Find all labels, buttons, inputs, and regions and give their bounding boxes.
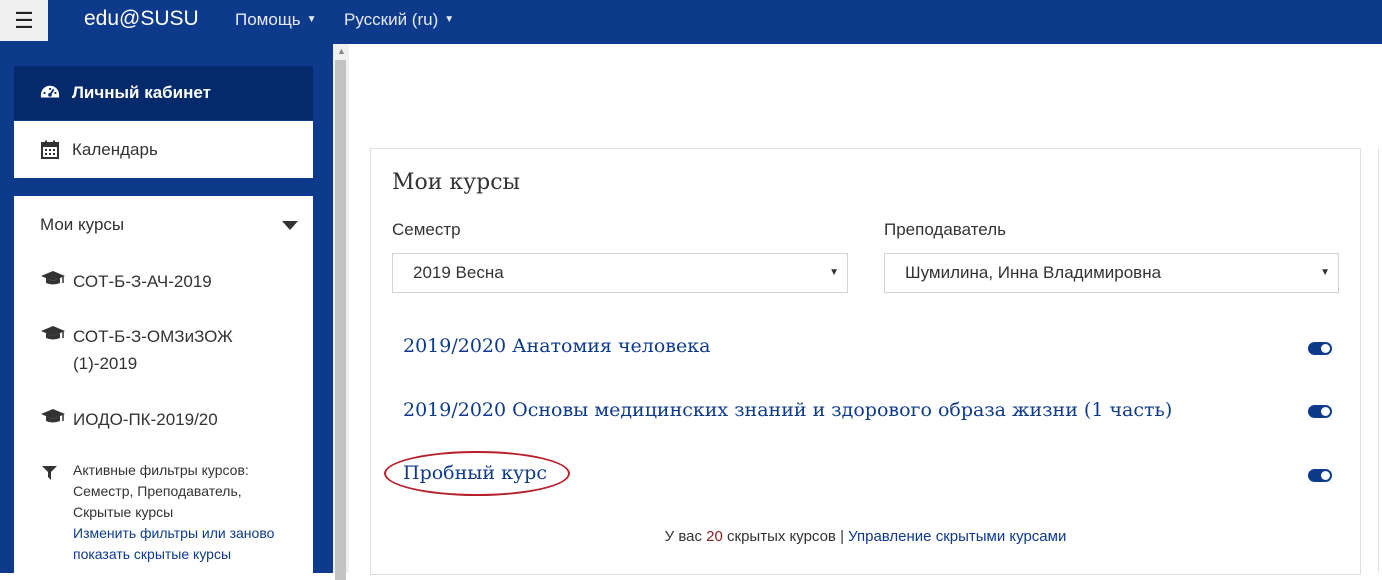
course-link[interactable]: 2019/2020 Анатомия человека (403, 335, 710, 357)
drawer-course-label: СОТ-Б-З-АЧ-2019 (73, 272, 212, 291)
active-filters-text: Активные фильтры курсов: Семестр, Препод… (73, 462, 249, 520)
drawer-course-label: ИОДО-ПК-2019/20 (73, 410, 218, 429)
course-link[interactable]: Пробный курс (403, 462, 547, 484)
top-navbar: ☰ edu@SUSU Помощь ▼ Русский (ru) ▼ (0, 0, 1382, 44)
active-filters-note: Активные фильтры курсов: Семестр, Препод… (40, 460, 300, 565)
nav-item-dashboard[interactable]: Личный кабинет (14, 66, 313, 120)
drawer-course-link[interactable]: СОТ-Б-З-АЧ-2019 (40, 268, 248, 295)
nav-item-dashboard-label: Личный кабинет (72, 83, 211, 102)
teacher-select-value: Шумилина, Инна Владимировна (905, 263, 1162, 282)
scroll-up-arrow-icon[interactable]: ▲ (337, 46, 346, 56)
help-menu-label: Помощь (235, 10, 301, 29)
my-courses-block: Мои курсы СОТ-Б-З-АЧ-2019 СОТ-Б-З-ОМЗиЗО… (14, 196, 313, 573)
help-menu[interactable]: Помощь ▼ (235, 10, 317, 30)
dashboard-gauge-icon (40, 84, 60, 102)
course-visibility-toggle[interactable] (1308, 342, 1332, 355)
page-title: Мои курсы (392, 170, 521, 195)
course-visibility-toggle[interactable] (1308, 469, 1332, 482)
hamburger-icon: ☰ (14, 7, 34, 33)
manage-hidden-courses-link[interactable]: Управление скрытыми курсами (848, 528, 1066, 545)
nav-item-calendar[interactable]: Календарь (14, 121, 313, 178)
adjacent-card-edge (1378, 148, 1379, 573)
hidden-courses-count: 20 (706, 528, 723, 545)
teacher-label: Преподаватель (884, 220, 1006, 239)
change-filters-link[interactable]: Изменить фильтры или заново показать скр… (73, 525, 274, 562)
calendar-icon (40, 140, 60, 160)
select-arrow-icon: ▼ (829, 267, 839, 278)
language-menu-label: Русский (ru) (344, 10, 439, 29)
select-arrow-icon: ▼ (1320, 267, 1330, 278)
my-courses-block-title: Мои курсы (40, 215, 125, 234)
semester-select[interactable]: 2019 Весна ▼ (392, 253, 848, 293)
drawer-course-link[interactable]: СОТ-Б-З-ОМЗиЗОЖ(1)-2019 (40, 323, 248, 377)
semester-label: Семестр (392, 220, 461, 239)
scrollbar-thumb[interactable] (335, 60, 346, 580)
drawer-course-link[interactable]: ИОДО-ПК-2019/20 (40, 406, 248, 433)
drawer-scrollbar[interactable]: ▲ (333, 44, 349, 580)
collapse-caret-icon[interactable] (282, 221, 298, 230)
nav-item-calendar-label: Календарь (72, 139, 158, 159)
menu-toggle-button[interactable]: ☰ (0, 0, 48, 41)
graduation-cap-icon (40, 406, 66, 429)
caret-down-icon: ▼ (444, 14, 455, 25)
language-menu[interactable]: Русский (ru) ▼ (344, 10, 454, 30)
course-visibility-toggle[interactable] (1308, 405, 1332, 418)
caret-down-icon: ▼ (306, 14, 317, 25)
graduation-cap-icon (40, 323, 66, 346)
course-link[interactable]: 2019/2020 Основы медицинских знаний и зд… (403, 399, 1172, 421)
semester-select-value: 2019 Весна (413, 263, 504, 282)
hidden-courses-footer: У вас 20 скрытых курсов | Управление скр… (371, 528, 1360, 545)
my-courses-card: Мои курсы Семестр 2019 Весна ▼ Преподава… (370, 148, 1361, 575)
drawer-course-label: СОТ-Б-З-ОМЗиЗОЖ(1)-2019 (73, 327, 233, 373)
site-brand[interactable]: edu@SUSU (84, 7, 199, 31)
footer-suffix: скрытых курсов | (727, 528, 844, 545)
footer-prefix: У вас (664, 528, 702, 545)
graduation-cap-icon (40, 268, 66, 291)
teacher-select[interactable]: Шумилина, Инна Владимировна ▼ (884, 253, 1339, 293)
filter-icon (42, 465, 57, 486)
